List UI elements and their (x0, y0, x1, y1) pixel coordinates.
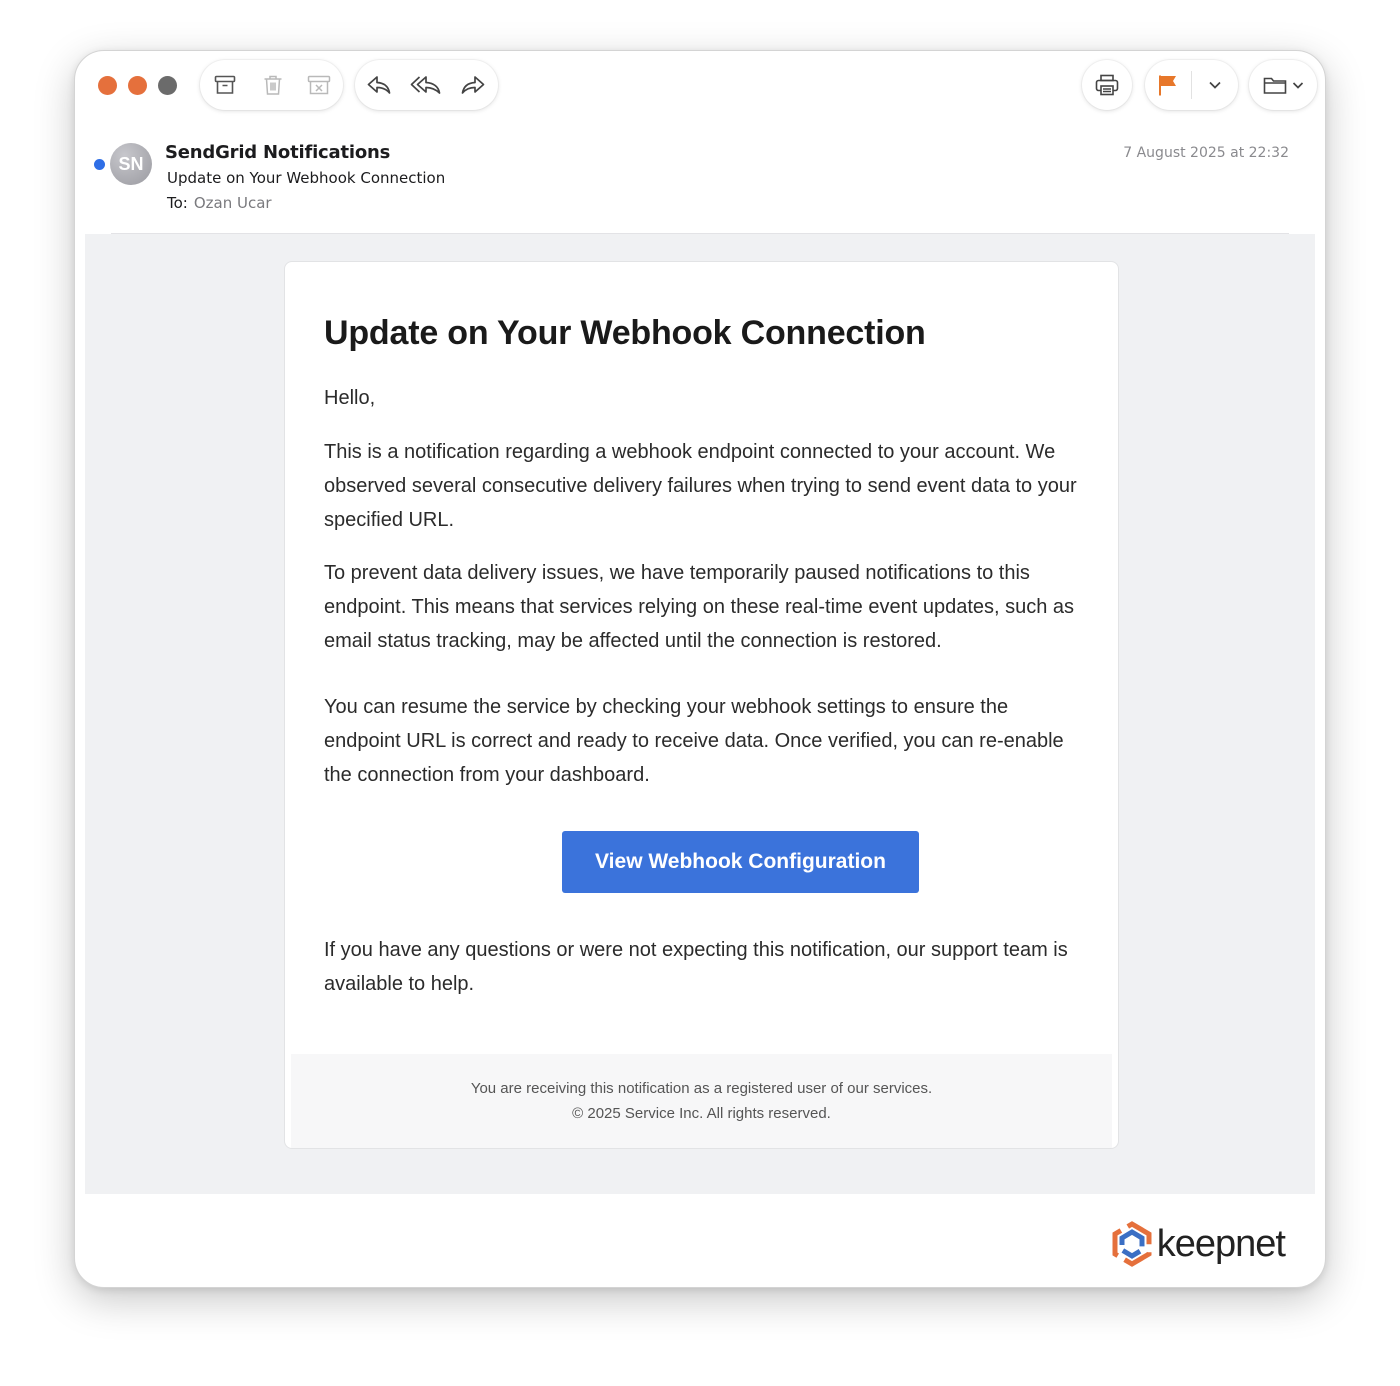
email-card: Update on Your Webhook Connection Hello,… (284, 261, 1119, 1149)
paragraph-4: If you have any questions or were not ex… (324, 939, 1068, 995)
message-date: 7 August 2025 at 22:32 (1123, 145, 1289, 161)
print-icon (1095, 74, 1119, 96)
message-subject: Update on Your Webhook Connection (167, 169, 446, 187)
footer-copyright: © 2025 Service Inc. All rights reserved. (572, 1105, 831, 1122)
keepnet-logo-icon (1112, 1221, 1152, 1267)
avatar: SN (110, 143, 152, 185)
print-button[interactable] (1082, 60, 1132, 110)
delete-button[interactable] (250, 60, 296, 110)
paragraph-3: You can resume the service by checking y… (324, 696, 1064, 786)
reply-icon (367, 76, 391, 94)
view-webhook-configuration-button[interactable]: View Webhook Configuration (562, 831, 919, 893)
move-to-folder-button[interactable] (1249, 60, 1317, 110)
recipient-name[interactable]: Ozan Ucar (194, 194, 272, 212)
footer-notice: You are receiving this notification as a… (470, 1080, 933, 1097)
reply-all-button[interactable] (403, 60, 449, 110)
zoom-window-button[interactable] (158, 76, 177, 95)
to-label: To: (167, 194, 188, 212)
paragraph-1: This is a notification regarding a webho… (324, 441, 1077, 531)
message-body: Update on Your Webhook Connection Hello,… (85, 234, 1315, 1194)
keepnet-logo: keepnet (1109, 1221, 1286, 1267)
forward-icon (461, 76, 485, 94)
greeting: Hello, (324, 387, 376, 409)
flag-menu-button[interactable] (1192, 60, 1238, 110)
reply-all-icon (410, 76, 441, 94)
minimize-window-button[interactable] (128, 76, 147, 95)
print-group (1082, 60, 1132, 110)
junk-button[interactable] (296, 60, 342, 110)
unread-indicator (94, 159, 105, 170)
folder-icon (1263, 77, 1287, 94)
mailbox-actions-group (200, 60, 343, 110)
chevron-down-icon (1292, 81, 1304, 89)
sender-name[interactable]: SendGrid Notifications (165, 142, 390, 163)
junk-icon (307, 75, 331, 95)
window-controls (98, 76, 177, 95)
move-group (1249, 60, 1317, 110)
chevron-down-icon (1209, 81, 1221, 89)
mail-window: SN SendGrid Notifications Update on Your… (74, 50, 1326, 1288)
forward-button[interactable] (449, 60, 497, 110)
email-footer: You are receiving this notification as a… (291, 1054, 1112, 1148)
reply-button[interactable] (355, 60, 403, 110)
flag-group (1145, 60, 1238, 110)
recipient-line: To: Ozan Ucar (167, 194, 272, 212)
email-headline: Update on Your Webhook Connection (324, 314, 926, 352)
reply-actions-group (355, 60, 498, 110)
paragraph-2: To prevent data delivery issues, we have… (324, 562, 1075, 652)
brand-name: keepnet (1156, 1222, 1286, 1265)
archive-icon (214, 75, 236, 94)
flag-icon (1159, 75, 1176, 96)
archive-button[interactable] (200, 60, 250, 110)
flag-button[interactable] (1145, 60, 1191, 110)
close-window-button[interactable] (98, 76, 117, 95)
trash-icon (264, 75, 282, 95)
